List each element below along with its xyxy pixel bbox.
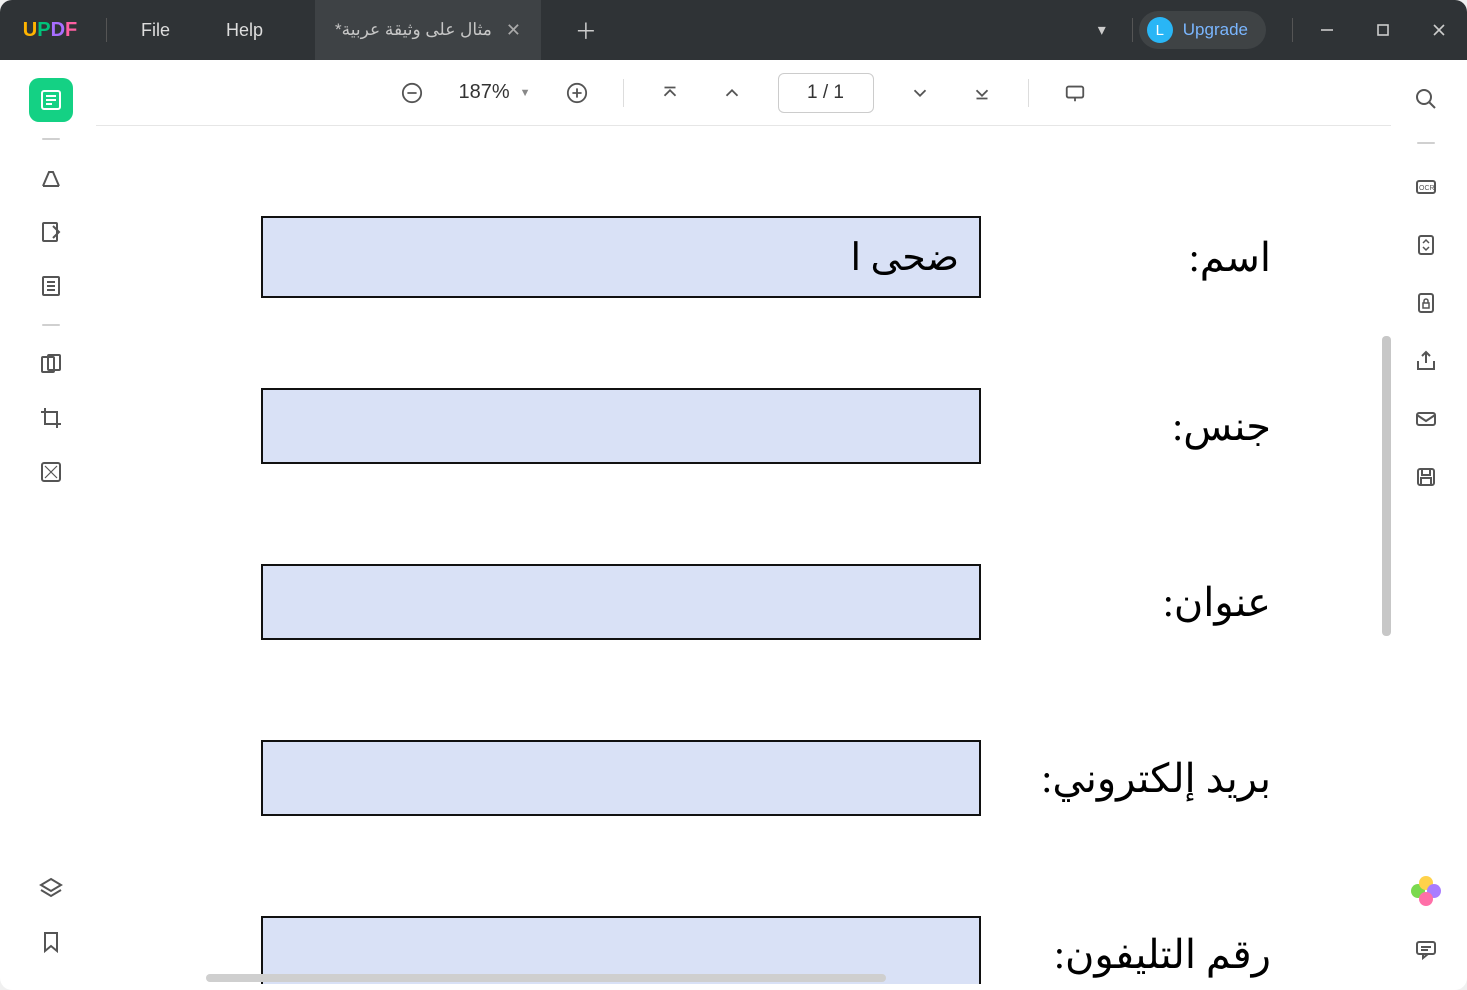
address-label: عنوان:	[1031, 579, 1271, 626]
crop-tool-button[interactable]	[29, 396, 73, 440]
email-field[interactable]	[261, 740, 981, 816]
document-page: اسم: جنس: عنوان: بريد إلكتروني:	[116, 126, 1391, 984]
divider	[1417, 142, 1435, 144]
page-tool-button[interactable]	[29, 264, 73, 308]
page-number-input[interactable]	[778, 73, 874, 113]
chevron-down-icon[interactable]: ▾	[1098, 20, 1106, 40]
document-tab[interactable]: مثال على وثيقة عربية* ✕	[315, 0, 541, 60]
email-label: بريد إلكتروني:	[1031, 755, 1271, 802]
minimize-button[interactable]	[1299, 0, 1355, 60]
user-avatar: L	[1147, 17, 1173, 43]
redact-tool-button[interactable]	[29, 450, 73, 494]
right-sidebar: OCR	[1391, 60, 1461, 984]
divider	[623, 79, 624, 107]
close-window-button[interactable]	[1411, 0, 1467, 60]
edit-tool-button[interactable]	[29, 210, 73, 254]
name-field[interactable]	[261, 216, 981, 298]
form-row-address: عنوان:	[196, 564, 1271, 640]
ai-assistant-button[interactable]	[1411, 876, 1441, 906]
dropdown-triangle-icon: ▼	[520, 87, 531, 99]
comments-button[interactable]	[1411, 934, 1441, 964]
form-row-name: اسم:	[196, 216, 1271, 298]
app-logo: UPDF	[0, 19, 100, 42]
convert-button[interactable]	[1411, 230, 1441, 260]
prev-page-button[interactable]	[716, 77, 748, 109]
ocr-button[interactable]: OCR	[1411, 172, 1441, 202]
divider	[1292, 18, 1293, 42]
new-tab-button[interactable]: ＋	[575, 14, 597, 46]
reader-mode-button[interactable]	[29, 78, 73, 122]
zoom-value: 187%	[458, 81, 509, 104]
phone-label: رقم التليفون:	[1031, 931, 1271, 978]
highlight-tool-button[interactable]	[29, 156, 73, 200]
zoom-out-button[interactable]	[396, 77, 428, 109]
gender-label: جنس:	[1031, 403, 1271, 450]
divider	[42, 324, 60, 326]
save-button[interactable]	[1411, 462, 1441, 492]
divider	[106, 18, 107, 42]
divider	[42, 138, 60, 140]
upgrade-label: Upgrade	[1183, 20, 1248, 40]
maximize-button[interactable]	[1355, 0, 1411, 60]
document-viewport[interactable]: اسم: جنس: عنوان: بريد إلكتروني:	[96, 126, 1391, 984]
first-page-button[interactable]	[654, 77, 686, 109]
left-sidebar	[6, 60, 96, 984]
gender-field[interactable]	[261, 388, 981, 464]
bookmark-button[interactable]	[29, 920, 73, 964]
titlebar: UPDF File Help مثال على وثيقة عربية* ✕ ＋…	[0, 0, 1467, 60]
address-field[interactable]	[261, 564, 981, 640]
share-button[interactable]	[1411, 346, 1441, 376]
zoom-in-button[interactable]	[561, 77, 593, 109]
svg-text:OCR: OCR	[1419, 185, 1435, 192]
form-row-gender: جنس:	[196, 388, 1271, 464]
last-page-button[interactable]	[966, 77, 998, 109]
menu-file[interactable]: File	[113, 0, 198, 60]
tab-title: مثال على وثيقة عربية*	[335, 20, 492, 40]
upgrade-button[interactable]: L Upgrade	[1139, 11, 1266, 49]
name-label: اسم:	[1031, 234, 1271, 281]
zoom-level-dropdown[interactable]: 187% ▼	[458, 81, 530, 104]
search-button[interactable]	[1411, 84, 1441, 114]
horizontal-scrollbar[interactable]	[206, 974, 886, 982]
toolbar: 187% ▼	[96, 60, 1391, 126]
divider	[1028, 79, 1029, 107]
organize-page-button[interactable]	[29, 342, 73, 386]
presentation-mode-button[interactable]	[1059, 77, 1091, 109]
menu-help[interactable]: Help	[198, 0, 291, 60]
close-tab-icon[interactable]: ✕	[506, 20, 521, 41]
protect-button[interactable]	[1411, 288, 1441, 318]
email-button[interactable]	[1411, 404, 1441, 434]
divider	[1132, 18, 1133, 42]
next-page-button[interactable]	[904, 77, 936, 109]
form-row-email: بريد إلكتروني:	[196, 740, 1271, 816]
vertical-scrollbar[interactable]	[1382, 336, 1391, 636]
layers-button[interactable]	[29, 866, 73, 910]
